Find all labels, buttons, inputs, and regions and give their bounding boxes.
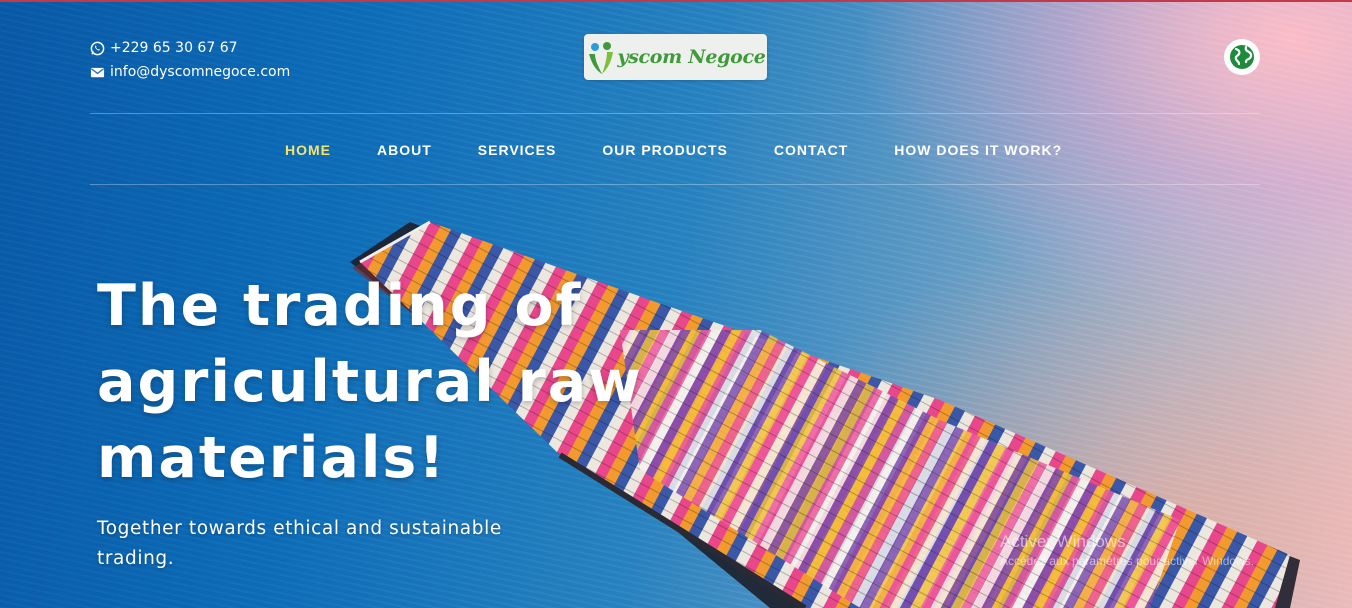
whatsapp-icon (90, 41, 105, 55)
logo-text: yscom Negoce (617, 46, 766, 68)
watermark-subtitle: Accédez aux paramètres pour activer Wind… (1000, 554, 1255, 568)
nav-divider-bottom (90, 184, 1260, 185)
contact-info: +229 65 30 67 67 info@dyscomnegoce.com (90, 36, 290, 84)
site-logo[interactable]: yscom Negoce (584, 34, 767, 80)
phone-row[interactable]: +229 65 30 67 67 (90, 36, 290, 60)
hero-subheadline: Together towards ethical and sustainable… (97, 518, 502, 569)
envelope-icon (90, 67, 105, 77)
watermark-title: Activer Windows (1000, 532, 1126, 551)
nav-item-about[interactable]: ABOUT (354, 138, 455, 162)
nav-item-home[interactable]: HOME (262, 138, 354, 162)
globe-icon (1230, 45, 1254, 69)
language-button[interactable] (1224, 39, 1260, 75)
phone-number: +229 65 30 67 67 (110, 40, 238, 56)
top-border (0, 0, 1352, 2)
hero-headline: The trading of agricultural raw material… (97, 273, 643, 491)
email-row[interactable]: info@dyscomnegoce.com (90, 60, 290, 84)
main-navigation: HOME ABOUT SERVICES OUR PRODUCTS CONTACT… (262, 138, 1085, 162)
nav-item-contact[interactable]: CONTACT (751, 138, 871, 162)
logo-figures-icon (589, 42, 614, 74)
email-address: info@dyscomnegoce.com (110, 64, 291, 80)
windows-activation-watermark: Activer Windows Accédez aux paramètres p… (1000, 532, 1254, 570)
nav-divider-top (90, 113, 1260, 114)
nav-item-our-products[interactable]: OUR PRODUCTS (579, 138, 751, 162)
nav-item-services[interactable]: SERVICES (455, 138, 580, 162)
nav-item-how-it-works[interactable]: HOW DOES IT WORK? (871, 138, 1085, 162)
